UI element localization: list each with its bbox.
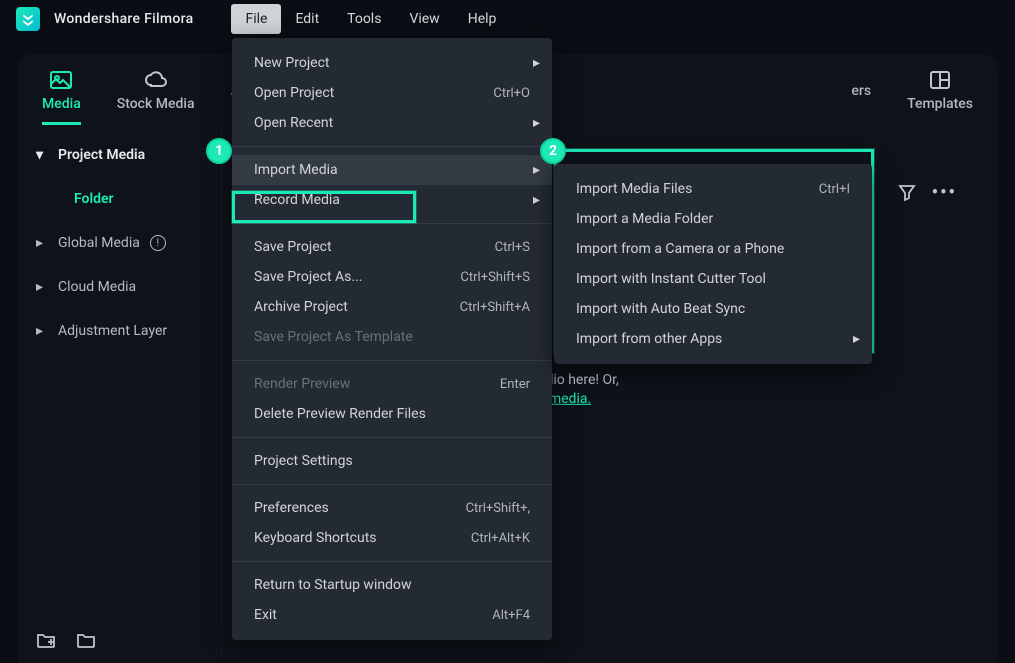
- menu-render-preview: Render PreviewEnter: [232, 369, 552, 399]
- sidebar-folder[interactable]: Folder: [18, 177, 221, 221]
- submenu-import-camera[interactable]: Import from a Camera or a Phone: [554, 234, 872, 264]
- chevron-right-icon: ▸: [36, 323, 48, 339]
- menu-open-recent[interactable]: Open Recent▸: [232, 108, 552, 138]
- menu-view[interactable]: View: [395, 4, 453, 34]
- menu-edit[interactable]: Edit: [281, 4, 333, 34]
- chevron-right-icon: ▸: [533, 115, 540, 131]
- chevron-right-icon: ▸: [853, 331, 860, 347]
- menu-delete-render[interactable]: Delete Preview Render Files: [232, 399, 552, 429]
- submenu-other-apps[interactable]: Import from other Apps▸: [554, 324, 872, 354]
- menu-save-project-as[interactable]: Save Project As...Ctrl+Shift+S: [232, 262, 552, 292]
- menu-save-template: Save Project As Template: [232, 322, 552, 352]
- menu-help[interactable]: Help: [454, 4, 511, 34]
- sidebar-cloud-media[interactable]: ▸ Cloud Media: [18, 265, 221, 309]
- chevron-right-icon: ▸: [36, 279, 48, 295]
- more-icon[interactable]: •••: [932, 182, 957, 203]
- info-icon: !: [150, 235, 166, 251]
- callout-badge-2: 2: [540, 138, 566, 164]
- menu-new-project[interactable]: New Project▸: [232, 48, 552, 78]
- sidebar-adjustment-layer[interactable]: ▸ Adjustment Layer: [18, 309, 221, 353]
- sidebar-global-media[interactable]: ▸ Global Media !: [18, 221, 221, 265]
- cloud-icon: [145, 70, 167, 90]
- bottom-toolbar: [36, 631, 96, 649]
- menu-keyboard-shortcuts[interactable]: Keyboard ShortcutsCtrl+Alt+K: [232, 523, 552, 553]
- filter-icon[interactable]: [898, 183, 916, 201]
- menu-import-media[interactable]: Import Media▸: [232, 155, 552, 185]
- import-media-submenu: Import Media FilesCtrl+I Import a Media …: [554, 164, 872, 364]
- menu-project-settings[interactable]: Project Settings: [232, 446, 552, 476]
- tab-stock-media[interactable]: Stock Media: [117, 70, 195, 125]
- sidebar: ▾ Project Media Folder ▸ Global Media ! …: [18, 125, 222, 656]
- menu-exit[interactable]: ExitAlt+F4: [232, 600, 552, 630]
- folder-icon[interactable]: [76, 631, 96, 649]
- submenu-import-files[interactable]: Import Media FilesCtrl+I: [554, 174, 872, 204]
- chevron-down-icon: ▾: [36, 147, 48, 163]
- tab-media[interactable]: Media: [42, 70, 81, 125]
- menu-preferences[interactable]: PreferencesCtrl+Shift+,: [232, 493, 552, 523]
- submenu-instant-cutter[interactable]: Import with Instant Cutter Tool: [554, 264, 872, 294]
- menu-bar: File Edit Tools View Help: [231, 4, 510, 34]
- tab-effects-partial[interactable]: ers: [851, 83, 871, 112]
- menu-record-media[interactable]: Record Media▸: [232, 185, 552, 215]
- chevron-right-icon: ▸: [533, 162, 540, 178]
- menu-file[interactable]: File: [231, 4, 281, 34]
- file-menu-dropdown: New Project▸ Open ProjectCtrl+O Open Rec…: [232, 38, 552, 640]
- new-folder-icon[interactable]: [36, 631, 56, 649]
- app-title: Wondershare Filmora: [54, 11, 193, 27]
- menu-return-startup[interactable]: Return to Startup window: [232, 570, 552, 600]
- tab-templates[interactable]: Templates: [907, 70, 973, 125]
- title-bar: Wondershare Filmora File Edit Tools View…: [0, 0, 1015, 38]
- sidebar-project-media[interactable]: ▾ Project Media: [18, 133, 221, 177]
- menu-save-project[interactable]: Save ProjectCtrl+S: [232, 232, 552, 262]
- chevron-right-icon: ▸: [533, 192, 540, 208]
- chevron-right-icon: ▸: [36, 235, 48, 251]
- chevron-right-icon: ▸: [533, 55, 540, 71]
- menu-archive-project[interactable]: Archive ProjectCtrl+Shift+A: [232, 292, 552, 322]
- menu-open-project[interactable]: Open ProjectCtrl+O: [232, 78, 552, 108]
- menu-tools[interactable]: Tools: [333, 4, 395, 34]
- submenu-auto-beat-sync[interactable]: Import with Auto Beat Sync: [554, 294, 872, 324]
- app-logo-icon: [16, 7, 40, 31]
- media-icon: [50, 70, 72, 90]
- templates-icon: [929, 70, 951, 90]
- callout-badge-1: 1: [206, 138, 232, 164]
- submenu-import-folder[interactable]: Import a Media Folder: [554, 204, 872, 234]
